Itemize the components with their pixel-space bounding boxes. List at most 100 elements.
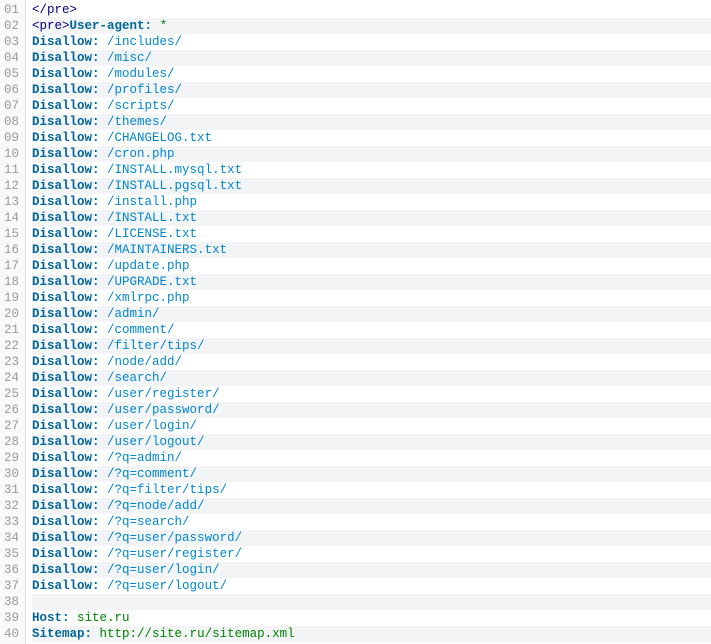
code-line: Disallow: /INSTALL.pgsql.txt xyxy=(32,178,711,194)
line-number: 36 xyxy=(4,562,19,578)
code-token: /?q=user/register/ xyxy=(107,547,242,561)
code-token: /scripts/ xyxy=(107,99,175,113)
code-token: /user/password/ xyxy=(107,403,220,417)
line-number: 25 xyxy=(4,386,19,402)
code-token: Sitemap: xyxy=(32,627,92,641)
code-token xyxy=(100,419,108,433)
code-token: /user/register/ xyxy=(107,387,220,401)
code-line: Disallow: /MAINTAINERS.txt xyxy=(32,242,711,258)
code-block: 0102030405060708091011121314151617181920… xyxy=(0,0,711,644)
code-token xyxy=(100,339,108,353)
code-token xyxy=(70,611,78,625)
line-number: 31 xyxy=(4,482,19,498)
code-token xyxy=(100,467,108,481)
code-line: Disallow: /CHANGELOG.txt xyxy=(32,130,711,146)
code-token: /update.php xyxy=(107,259,190,273)
code-token: Disallow: xyxy=(32,131,100,145)
code-token: Disallow: xyxy=(32,403,100,417)
line-number: 39 xyxy=(4,610,19,626)
code-line: Disallow: /user/password/ xyxy=(32,402,711,418)
code-token: Disallow: xyxy=(32,227,100,241)
code-token xyxy=(100,99,108,113)
line-number: 19 xyxy=(4,290,19,306)
code-line: Disallow: /INSTALL.mysql.txt xyxy=(32,162,711,178)
line-number: 37 xyxy=(4,578,19,594)
code-token xyxy=(100,179,108,193)
line-number: 29 xyxy=(4,450,19,466)
code-token xyxy=(92,627,100,641)
code-line: Disallow: /?q=filter/tips/ xyxy=(32,482,711,498)
code-line: Disallow: /?q=admin/ xyxy=(32,450,711,466)
code-line: Sitemap: http://site.ru/sitemap.xml xyxy=(32,626,711,642)
code-line: Disallow: /?q=user/register/ xyxy=(32,546,711,562)
line-number: 17 xyxy=(4,258,19,274)
line-number: 02 xyxy=(4,18,19,34)
code-token: Disallow: xyxy=(32,291,100,305)
code-token xyxy=(100,499,108,513)
line-number: 27 xyxy=(4,418,19,434)
line-number: 05 xyxy=(4,66,19,82)
code-token: Disallow: xyxy=(32,387,100,401)
line-number: 16 xyxy=(4,242,19,258)
code-token: Disallow: xyxy=(32,355,100,369)
code-token xyxy=(100,83,108,97)
code-token: User-agent: xyxy=(70,19,153,33)
code-line: Disallow: /update.php xyxy=(32,258,711,274)
code-line: Disallow: /filter/tips/ xyxy=(32,338,711,354)
code-content: </pre><pre>User-agent: *Disallow: /inclu… xyxy=(26,0,711,644)
line-number: 38 xyxy=(4,594,19,610)
code-token: Disallow: xyxy=(32,35,100,49)
code-token: Disallow: xyxy=(32,83,100,97)
line-number: 01 xyxy=(4,2,19,18)
code-token xyxy=(100,67,108,81)
line-number: 22 xyxy=(4,338,19,354)
code-token: Disallow: xyxy=(32,499,100,513)
code-token xyxy=(100,227,108,241)
code-line: Disallow: /user/login/ xyxy=(32,418,711,434)
code-line: Disallow: /?q=search/ xyxy=(32,514,711,530)
code-line: Disallow: /cron.php xyxy=(32,146,711,162)
line-number: 26 xyxy=(4,402,19,418)
code-token: Disallow: xyxy=(32,67,100,81)
line-number: 24 xyxy=(4,370,19,386)
code-line: Disallow: /?q=user/login/ xyxy=(32,562,711,578)
code-token: /MAINTAINERS.txt xyxy=(107,243,227,257)
line-number: 11 xyxy=(4,162,19,178)
code-token: /includes/ xyxy=(107,35,182,49)
code-token xyxy=(100,259,108,273)
code-line: Disallow: /user/register/ xyxy=(32,386,711,402)
code-token xyxy=(100,51,108,65)
code-token: Disallow: xyxy=(32,51,100,65)
code-token xyxy=(100,291,108,305)
code-token: /comment/ xyxy=(107,323,175,337)
code-line: Disallow: /install.php xyxy=(32,194,711,210)
line-number-gutter: 0102030405060708091011121314151617181920… xyxy=(0,0,26,644)
code-line: Disallow: /user/logout/ xyxy=(32,434,711,450)
code-token: /misc/ xyxy=(107,51,152,65)
code-token: /modules/ xyxy=(107,67,175,81)
code-token: <pre> xyxy=(32,19,70,33)
code-token: Disallow: xyxy=(32,579,100,593)
line-number: 40 xyxy=(4,626,19,642)
line-number: 28 xyxy=(4,434,19,450)
code-line: Disallow: /LICENSE.txt xyxy=(32,226,711,242)
code-token: Disallow: xyxy=(32,259,100,273)
code-line xyxy=(32,594,711,610)
code-token: Disallow: xyxy=(32,243,100,257)
code-token xyxy=(100,243,108,257)
code-line: Disallow: /misc/ xyxy=(32,50,711,66)
code-token: /?q=user/login/ xyxy=(107,563,220,577)
code-token xyxy=(100,211,108,225)
line-number: 03 xyxy=(4,34,19,50)
code-token: * xyxy=(160,19,168,33)
code-token: Disallow: xyxy=(32,467,100,481)
code-token xyxy=(100,131,108,145)
code-line: Disallow: /?q=user/logout/ xyxy=(32,578,711,594)
code-token: http://site.ru/sitemap.xml xyxy=(100,627,295,641)
code-token: /user/login/ xyxy=(107,419,197,433)
line-number: 06 xyxy=(4,82,19,98)
line-number: 15 xyxy=(4,226,19,242)
line-number: 18 xyxy=(4,274,19,290)
code-line: Disallow: /?q=comment/ xyxy=(32,466,711,482)
code-token: Disallow: xyxy=(32,147,100,161)
